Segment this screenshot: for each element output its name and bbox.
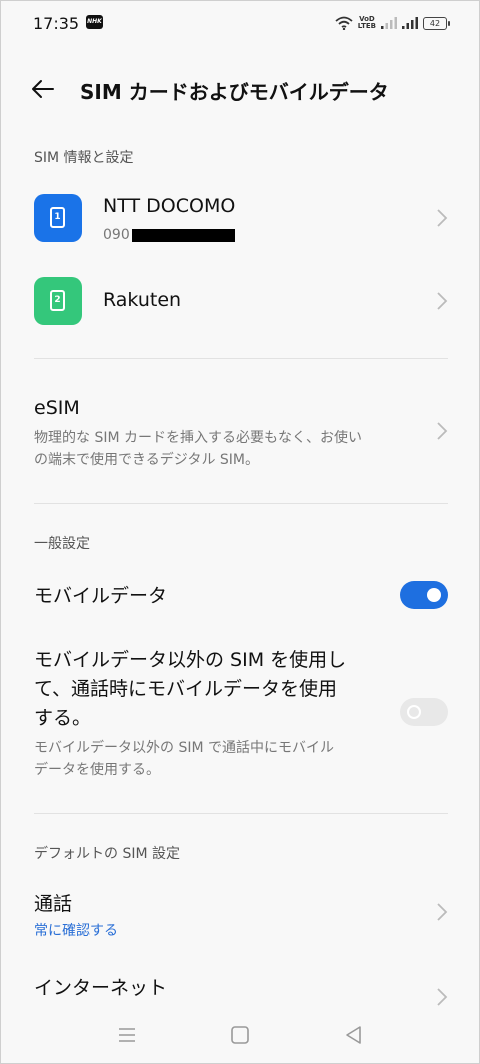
section-label-general: 一般設定 bbox=[34, 536, 90, 552]
sim-name: NTT DOCOMO bbox=[103, 195, 236, 217]
section-label-default-sim: デフォルトの SIM 設定 bbox=[34, 846, 180, 862]
menu-icon[interactable] bbox=[115, 1023, 139, 1047]
redacted-number bbox=[131, 228, 235, 242]
sim1-icon: 1 bbox=[34, 194, 82, 242]
signal-sim1-icon bbox=[381, 17, 397, 29]
sim2-icon: 2 bbox=[34, 277, 82, 325]
status-icons: VoD LTEB 42 bbox=[335, 13, 450, 33]
nhk-app-icon: NHK bbox=[86, 15, 103, 29]
mobile-data-label: モバイルデータ bbox=[34, 585, 168, 607]
signal-sim2-icon bbox=[402, 17, 418, 29]
sim-name: Rakuten bbox=[103, 289, 182, 311]
back-icon[interactable] bbox=[342, 1023, 366, 1047]
sim-number: 090 bbox=[103, 227, 235, 243]
call-data-title: モバイルデータ以外の SIM を使用し て、通話時にモバイルデータを使用 する。 bbox=[34, 649, 347, 729]
chevron-right-icon bbox=[437, 209, 448, 227]
status-time: 17:35 bbox=[33, 14, 80, 33]
divider bbox=[34, 358, 448, 359]
chevron-right-icon bbox=[437, 988, 448, 1006]
call-data-toggle[interactable] bbox=[400, 698, 448, 726]
home-icon[interactable] bbox=[228, 1023, 252, 1047]
call-value: 常に確認する bbox=[34, 923, 118, 939]
divider bbox=[34, 503, 448, 504]
volte-icon: VoD LTEB bbox=[357, 15, 376, 30]
divider bbox=[34, 813, 448, 814]
page-title: SIM カードおよびモバイルデータ bbox=[80, 80, 389, 104]
sim-row-rakuten[interactable]: 2 Rakuten bbox=[1, 261, 479, 341]
call-label: 通話 bbox=[34, 893, 73, 915]
status-bar: 17:35 NHK VoD LTEB 42 bbox=[1, 1, 479, 45]
navigation-bar bbox=[1, 1009, 479, 1059]
chevron-right-icon bbox=[437, 422, 448, 440]
mobile-data-toggle[interactable] bbox=[400, 581, 448, 609]
section-label-sim-info: SIM 情報と設定 bbox=[34, 150, 134, 166]
header: SIM カードおよびモバイルデータ bbox=[1, 63, 479, 115]
sim-row-docomo[interactable]: 1 NTT DOCOMO 090 bbox=[1, 179, 479, 259]
chevron-right-icon bbox=[437, 903, 448, 921]
esim-description: 物理的な SIM カードを挿入する必要もなく、お使い の端末で使用できるデジタル… bbox=[34, 430, 362, 468]
esim-title: eSIM bbox=[34, 397, 80, 419]
battery-icon: 42 bbox=[423, 16, 450, 30]
internet-label: インターネット bbox=[34, 977, 168, 999]
back-arrow-icon[interactable] bbox=[29, 75, 57, 103]
chevron-right-icon bbox=[437, 292, 448, 310]
wifi-icon bbox=[335, 16, 353, 30]
call-data-description: モバイルデータ以外の SIM で通話中にモバイル データを使用する。 bbox=[34, 740, 334, 778]
